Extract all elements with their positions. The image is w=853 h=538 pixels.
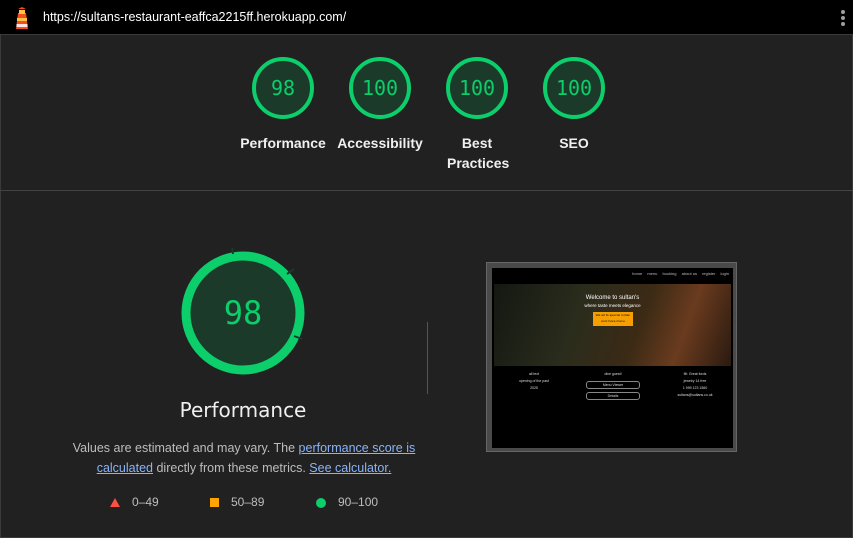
thumb-footer-text: opening of the past	[519, 379, 549, 383]
thumb-nav-item: login	[720, 271, 729, 276]
thumb-footer-title: dine guest!	[604, 372, 622, 376]
vertical-divider	[427, 322, 428, 394]
thumb-nav-item: home	[632, 271, 643, 276]
performance-gauge: 98	[178, 245, 308, 378]
thumb-footer-text: 2025	[530, 386, 538, 390]
gauge-accessibility[interactable]: 100 Accessibility	[330, 55, 430, 153]
thumb-footer-pill: Details	[586, 392, 640, 400]
see-calculator-link[interactable]: See calculator.	[309, 461, 391, 475]
thumb-hero-subtitle: where taste meets elegance	[584, 303, 641, 308]
performance-score: 98	[223, 294, 263, 332]
legend-range: 90–100	[338, 495, 379, 509]
thumb-nav: home menu booking about us register logi…	[628, 271, 729, 276]
report-url[interactable]: https://sultans-restaurant-eaffca2215ff.…	[43, 10, 346, 24]
note-text: Values are estimated and may vary. The	[72, 441, 299, 455]
legend-average: 50–89	[210, 495, 264, 509]
legend-pass: 90–100	[316, 495, 378, 509]
thumb-hero-title: Welcome to sultan's	[585, 295, 640, 301]
performance-title: Performance	[179, 398, 307, 422]
top-bar: https://sultans-restaurant-eaffca2215ff.…	[0, 0, 853, 35]
metrics-note: Values are estimated and may vary. The p…	[70, 438, 418, 478]
gauge-performance[interactable]: 98 Performance	[233, 55, 333, 153]
thumb-hero-image: Welcome to sultan's where taste meets el…	[494, 284, 731, 366]
thumb-footer-pill: Menu Viewer	[586, 381, 640, 389]
thumb-footer-text: sultans@sultans.co.uk	[677, 393, 713, 397]
thumb-social-icons	[597, 440, 645, 448]
thumb-nav-item: menu	[647, 271, 658, 276]
gauge-score: 100	[555, 76, 593, 100]
page-screenshot-thumbnail[interactable]: home menu booking about us register logi…	[486, 262, 737, 452]
triangle-icon	[110, 498, 120, 508]
gauge-score: 100	[458, 76, 496, 100]
lighthouse-icon	[16, 7, 28, 29]
circle-icon	[316, 497, 326, 508]
thumb-nav-item: about us	[681, 271, 697, 276]
score-summary: 98 Performance 100 Accessibility 100 Bes…	[0, 35, 853, 191]
thumb-footer-text: 1 999 123 1560	[682, 386, 708, 390]
gauge-best-practices[interactable]: 100 Best Practices	[427, 55, 527, 173]
legend-range: 50–89	[231, 495, 265, 509]
thumb-nav-item: register	[702, 271, 716, 276]
thumb-nav-item: booking	[662, 271, 677, 276]
thumb-footer-text: fill: Great fords	[683, 372, 707, 376]
gauge-score: 98	[270, 76, 296, 100]
thumb-footer-text: jewelry 14 free	[683, 379, 707, 383]
note-text: directly from these metrics.	[153, 461, 310, 475]
square-icon	[210, 498, 219, 508]
gauge-label: SEO	[559, 135, 589, 151]
gauge-seo[interactable]: 100 SEO	[524, 55, 624, 153]
gauge-label: Best Practices	[447, 135, 510, 171]
gauge-score: 100	[361, 76, 399, 100]
thumb-footer-text: all text	[528, 372, 540, 376]
more-options-icon[interactable]	[841, 10, 845, 26]
gauge-label: Performance	[240, 135, 326, 151]
thumb-hero-button: We all to special indian and more menu	[593, 312, 633, 326]
legend-fail: 0–49	[110, 495, 159, 509]
gauge-label: Accessibility	[337, 135, 423, 151]
legend-range: 0–49	[132, 495, 159, 509]
